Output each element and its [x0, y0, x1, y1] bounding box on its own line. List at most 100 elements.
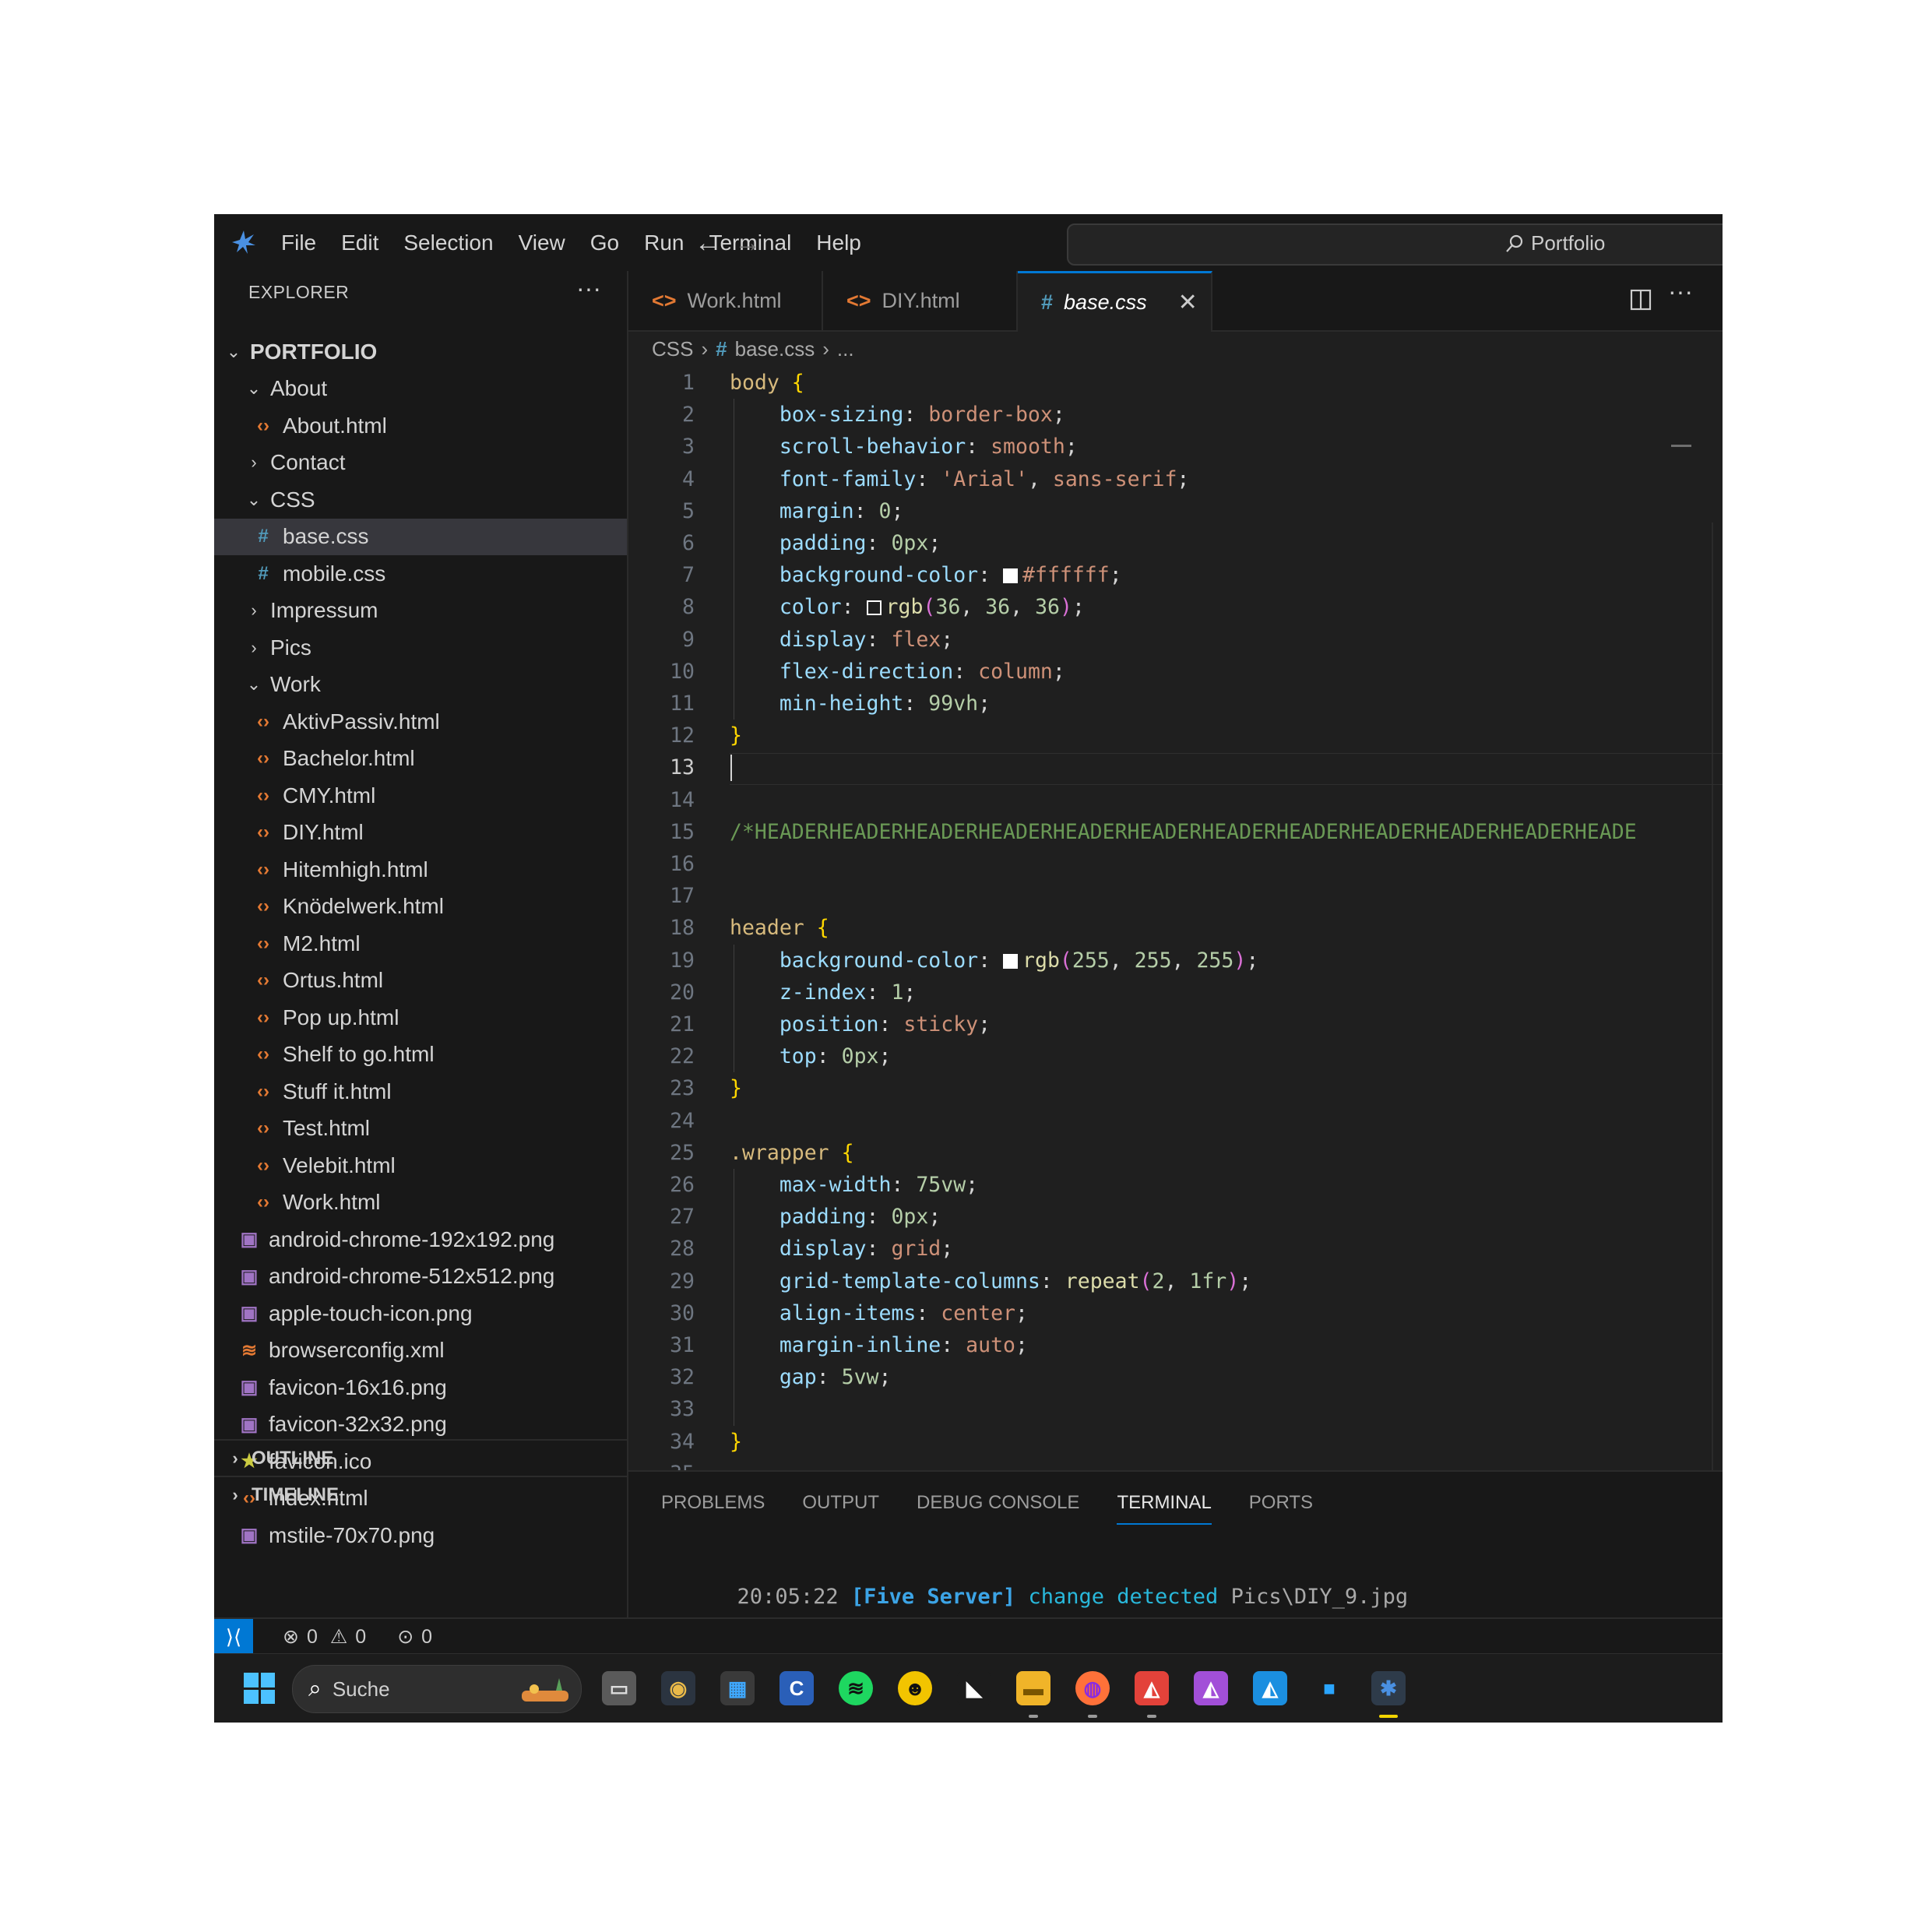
- menu-item-selection[interactable]: Selection: [391, 231, 505, 255]
- remote-icon[interactable]: ⟩⟨: [214, 1619, 253, 1655]
- command-center[interactable]: Portfolio: [1067, 223, 1723, 266]
- tree-item[interactable]: ‹› Hitemhigh.html: [214, 851, 627, 889]
- tree-item[interactable]: ‹› Bachelor.html: [214, 741, 627, 778]
- tree-item[interactable]: ‹› About.html: [214, 407, 627, 445]
- timeline-section[interactable]: › TIMELINE: [214, 1476, 627, 1513]
- tab-work-html[interactable]: <> Work.html: [628, 271, 823, 330]
- close-icon[interactable]: ✕: [1178, 289, 1198, 316]
- line-number: 3: [682, 435, 695, 459]
- panel-tab-terminal[interactable]: TERMINAL: [1117, 1492, 1212, 1525]
- code-token: ;: [1072, 595, 1085, 620]
- editor-scrollbar[interactable]: [1712, 523, 1713, 1470]
- more-actions-icon[interactable]: ···: [1668, 277, 1693, 306]
- tree-item[interactable]: ▣ android-chrome-192x192.png: [214, 1221, 627, 1258]
- firefox-icon[interactable]: ◍: [1075, 1671, 1110, 1705]
- taskbar-search[interactable]: ⌕ Suche: [292, 1665, 582, 1713]
- vscodium-icon[interactable]: ✱: [1371, 1671, 1406, 1705]
- code-editor[interactable]: 1 body {2 box-sizing: border-box; 3 scroll…: [628, 367, 1723, 1470]
- code-token: #ffffff: [1022, 563, 1110, 588]
- panel-tabs: PROBLEMS OUTPUT DEBUG CONSOLE TERMINAL PORTS: [661, 1472, 1313, 1534]
- tree-item[interactable]: ‹› Stuff it.html: [214, 1073, 627, 1110]
- tree-item[interactable]: ‹› M2.html: [214, 925, 627, 962]
- tree-item[interactable]: ‹› Work.html: [214, 1184, 627, 1222]
- tree-item[interactable]: ‹› Ortus.html: [214, 962, 627, 1000]
- code-token: 36: [1035, 595, 1060, 620]
- scrollbar-thumb[interactable]: [1671, 445, 1691, 447]
- tree-item[interactable]: ▣ favicon-32x32.png: [214, 1406, 627, 1444]
- code-token: {: [816, 916, 829, 941]
- tab-base-css[interactable]: # base.css ✕: [1018, 271, 1212, 332]
- back-arrow-icon[interactable]: ←: [695, 228, 721, 259]
- color-swatch-icon[interactable]: [866, 600, 882, 616]
- tree-item[interactable]: ⌄ Work: [214, 667, 627, 704]
- breadcrumb-more[interactable]: ...: [837, 337, 854, 361]
- outline-section[interactable]: › OUTLINE: [214, 1439, 627, 1476]
- tree-item[interactable]: ‹› Test.html: [214, 1110, 627, 1148]
- c-app-icon[interactable]: C: [779, 1671, 814, 1705]
- tree-item[interactable]: ‹› Velebit.html: [214, 1147, 627, 1184]
- tree-item[interactable]: ▣ apple-touch-icon.png: [214, 1295, 627, 1332]
- affinity-designer-icon[interactable]: ◭: [1194, 1671, 1228, 1705]
- tree-item[interactable]: ‹› Pop up.html: [214, 999, 627, 1036]
- menu-item-help[interactable]: Help: [804, 231, 874, 255]
- forward-arrow-icon[interactable]: →: [734, 228, 761, 259]
- task-view-icon[interactable]: ▭: [602, 1671, 636, 1705]
- code-token: margin-inline: [779, 1333, 941, 1357]
- line-number: 34: [670, 1429, 695, 1454]
- tree-item[interactable]: ⌄ CSS: [214, 481, 627, 519]
- menu-item-edit[interactable]: Edit: [329, 231, 391, 255]
- tree-item[interactable]: ▣ android-chrome-512x512.png: [214, 1258, 627, 1296]
- code-token: rgb: [885, 595, 924, 620]
- tree-item[interactable]: ‹› DIY.html: [214, 815, 627, 852]
- tree-item-label: base.css: [283, 524, 369, 549]
- tree-item[interactable]: ‹› CMY.html: [214, 777, 627, 815]
- code-token: ;: [1015, 1333, 1028, 1357]
- tree-item[interactable]: ≋ browserconfig.xml: [214, 1332, 627, 1370]
- breadcrumb-file[interactable]: base.css: [735, 337, 815, 361]
- code-line: flex-direction: column;: [730, 656, 1065, 688]
- menu-item-file[interactable]: File: [269, 231, 329, 255]
- color-swatch-icon[interactable]: [1003, 953, 1019, 969]
- panel-tab-ports[interactable]: PORTS: [1249, 1492, 1313, 1514]
- camo-icon[interactable]: ■: [1312, 1671, 1346, 1705]
- pac-app-icon[interactable]: ☻: [898, 1671, 932, 1705]
- code-token: 255: [1196, 948, 1234, 973]
- panel-tab-debug-console[interactable]: DEBUG CONSOLE: [917, 1492, 1079, 1514]
- color-swatch-icon[interactable]: [1003, 568, 1019, 584]
- tree-item[interactable]: ▣ mstile-70x70.png: [214, 1517, 627, 1554]
- tree-item[interactable]: # base.css: [214, 518, 627, 555]
- problems-status[interactable]: ⊗ 0 ⚠ 0 ⊙ 0: [283, 1619, 432, 1655]
- tree-item[interactable]: ‹› Knödelwerk.html: [214, 889, 627, 926]
- tree-item[interactable]: # mobile.css: [214, 555, 627, 593]
- menu-item-view[interactable]: View: [506, 231, 578, 255]
- menu-item-go[interactable]: Go: [578, 231, 632, 255]
- tree-item[interactable]: › Contact: [214, 445, 627, 482]
- affinity-designer-blue-icon[interactable]: ◭: [1253, 1671, 1287, 1705]
- file-explorer-icon[interactable]: ▬: [1016, 1671, 1050, 1705]
- panel-tab-output[interactable]: OUTPUT: [802, 1492, 879, 1514]
- spotify-icon[interactable]: ≋: [839, 1671, 873, 1705]
- microsoft-store-icon[interactable]: ▦: [720, 1671, 755, 1705]
- tree-item[interactable]: ‹› AktivPassiv.html: [214, 703, 627, 741]
- chevron-right-icon: ›: [822, 336, 829, 361]
- tab-diy-html[interactable]: <> DIY.html: [823, 271, 1018, 330]
- tree-item[interactable]: ▣ favicon-16x16.png: [214, 1369, 627, 1406]
- more-actions-icon[interactable]: ···: [576, 274, 601, 303]
- affinity-publisher-icon[interactable]: ◭: [1135, 1671, 1169, 1705]
- windows-start-icon[interactable]: [244, 1673, 275, 1704]
- panel-tab-problems[interactable]: PROBLEMS: [661, 1492, 765, 1514]
- tree-item[interactable]: ⌄ About: [214, 371, 627, 408]
- code-token: ;: [878, 1365, 892, 1390]
- menu-item-run[interactable]: Run: [632, 231, 696, 255]
- tree-root[interactable]: ⌄ PORTFOLIO: [214, 333, 627, 371]
- code-line: gap: 5vw;: [730, 1361, 892, 1393]
- tree-item[interactable]: › Impressum: [214, 593, 627, 630]
- breadcrumb-folder[interactable]: CSS: [652, 337, 693, 361]
- chevron-right-icon: ›: [232, 1485, 238, 1504]
- davinci-resolve-icon[interactable]: ◉: [661, 1671, 695, 1705]
- tree-item[interactable]: ‹› Shelf to go.html: [214, 1036, 627, 1074]
- split-editor-icon[interactable]: [1629, 288, 1652, 311]
- tree-item[interactable]: › Pics: [214, 629, 627, 667]
- rhino-icon[interactable]: ◣: [957, 1671, 991, 1705]
